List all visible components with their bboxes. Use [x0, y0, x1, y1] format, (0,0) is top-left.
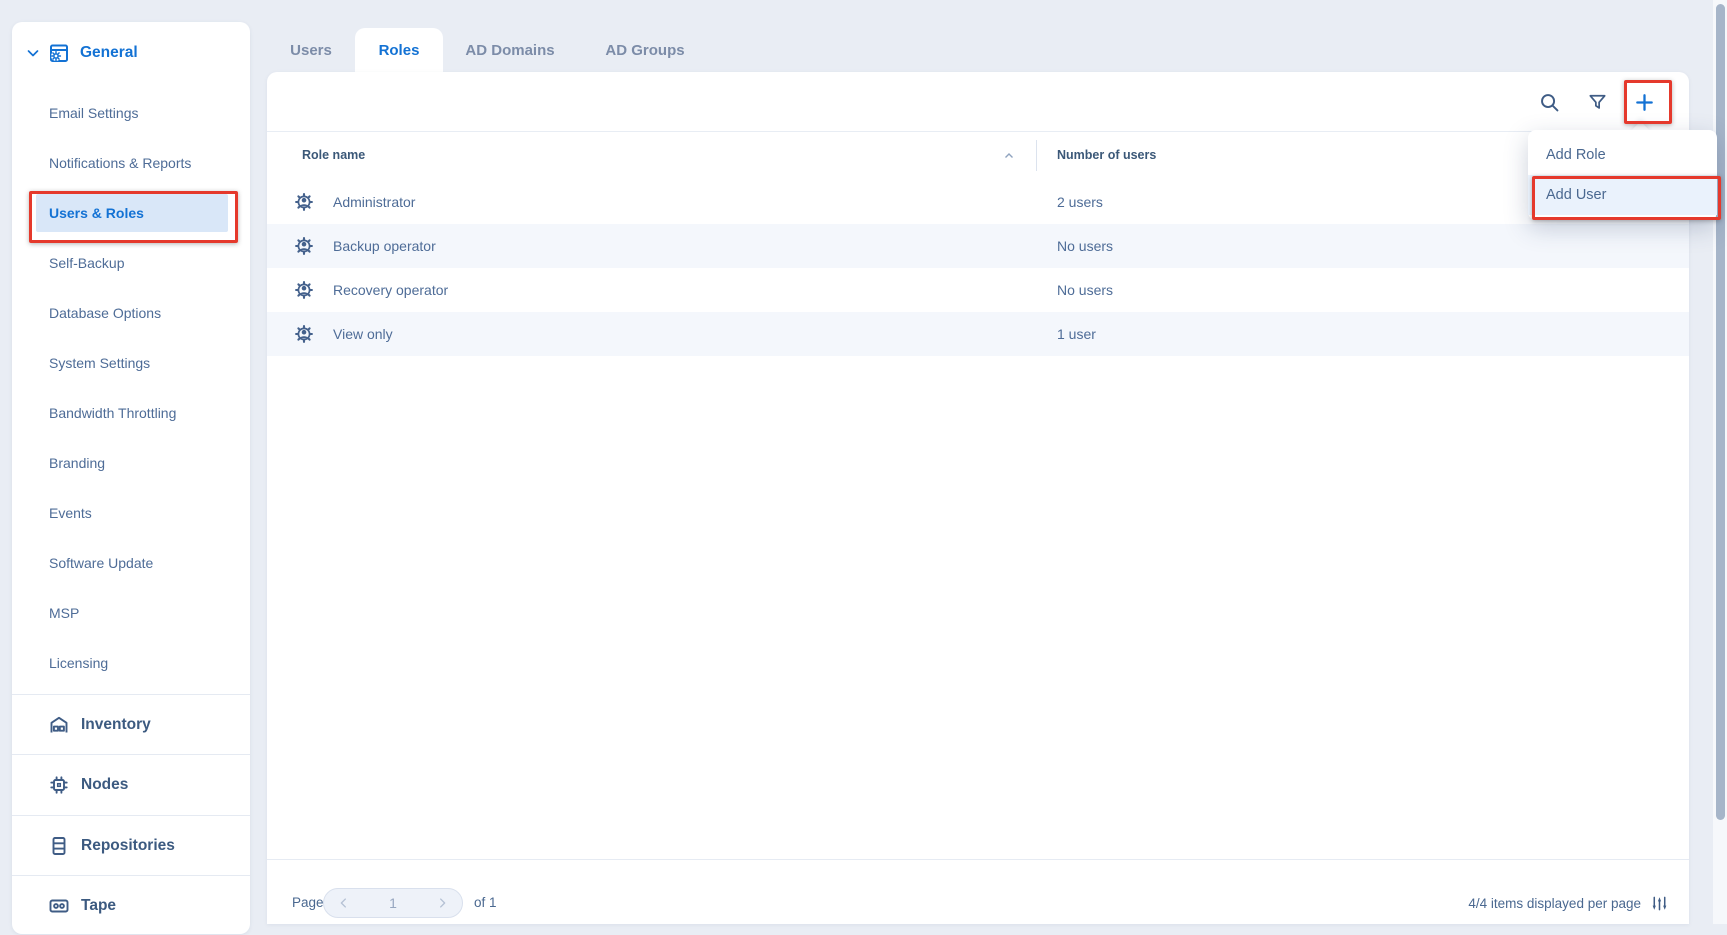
current-page-value: 1 [364, 895, 422, 911]
table-row-recovery-operator[interactable]: Recovery operator No users [267, 268, 1689, 312]
add-dropdown-menu: Add Role Add User [1528, 130, 1717, 220]
sidebar-item-licensing[interactable]: Licensing [12, 638, 250, 688]
filter-button[interactable] [1584, 89, 1610, 115]
roles-table-body: Administrator 2 users Backup operator No… [267, 180, 1689, 356]
page-label: Page [292, 888, 324, 918]
sidebar-section-label: Repositories [81, 837, 175, 855]
sidebar-section-nodes[interactable]: Nodes [12, 754, 250, 814]
sidebar-section-label: Inventory [81, 716, 151, 734]
role-gear-user-icon [292, 322, 316, 346]
next-page-button[interactable] [422, 889, 462, 917]
sidebar-item-msp[interactable]: MSP [12, 588, 250, 638]
chevron-down-icon [25, 45, 41, 61]
role-gear-user-icon [292, 190, 316, 214]
add-icon [1633, 91, 1656, 114]
sidebar-section-general[interactable]: General [12, 22, 250, 84]
sidebar-item-system-settings[interactable]: System Settings [12, 338, 250, 388]
tab-ad-domains[interactable]: AD Domains [443, 28, 577, 72]
table-row-administrator[interactable]: Administrator 2 users [267, 180, 1689, 224]
role-name: Administrator [333, 194, 415, 210]
search-button[interactable] [1536, 89, 1562, 115]
sidebar-item-notifications-reports[interactable]: Notifications & Reports [12, 138, 250, 188]
sidebar-section-repositories[interactable]: Repositories [12, 815, 250, 875]
sort-ascending-icon[interactable] [1003, 150, 1015, 162]
sidebar-section-label: Nodes [81, 776, 128, 794]
column-header-role-name[interactable]: Role name [302, 131, 365, 180]
menu-item-add-user[interactable]: Add User [1528, 175, 1717, 215]
menu-item-add-role[interactable]: Add Role [1528, 135, 1717, 175]
chevron-right-icon [435, 896, 449, 910]
sidebar-item-software-update[interactable]: Software Update [12, 538, 250, 588]
sidebar-item-email-settings[interactable]: Email Settings [12, 88, 250, 138]
role-name: View only [333, 326, 393, 342]
repositories-icon [47, 834, 71, 858]
tab-roles[interactable]: Roles [355, 28, 443, 72]
table-header: Role name Number of users [267, 131, 1689, 180]
add-button[interactable] [1631, 89, 1657, 115]
sidebar-section-inventory[interactable]: Inventory [12, 694, 250, 754]
sidebar-item-database-options[interactable]: Database Options [12, 288, 250, 338]
sidebar-general-items: Email Settings Notifications & Reports U… [12, 88, 250, 688]
tab-bar: Users Roles AD Domains AD Groups [267, 28, 713, 72]
sidebar-item-self-backup[interactable]: Self-Backup [12, 238, 250, 288]
settings-window-icon [47, 41, 71, 65]
total-pages-label: of 1 [474, 888, 497, 918]
table-row-view-only[interactable]: View only 1 user [267, 312, 1689, 356]
nodes-icon [47, 773, 71, 797]
tape-icon [47, 894, 71, 918]
sidebar-item-branding[interactable]: Branding [12, 438, 250, 488]
sidebar: General Email Settings Notifications & R… [12, 22, 250, 934]
sidebar-item-users-roles[interactable]: Users & Roles [12, 188, 250, 238]
inventory-icon [47, 713, 71, 737]
items-per-page-summary: 4/4 items displayed per page [1468, 896, 1641, 911]
previous-page-button[interactable] [324, 889, 364, 917]
sidebar-section-label: Tape [81, 897, 116, 915]
role-gear-user-icon [292, 278, 316, 302]
footer-divider [267, 859, 1689, 860]
sidebar-item-bandwidth-throttling[interactable]: Bandwidth Throttling [12, 388, 250, 438]
page-navigator: 1 [323, 888, 463, 918]
column-header-number-of-users[interactable]: Number of users [1057, 131, 1156, 180]
sidebar-section-label: General [80, 44, 138, 62]
filter-icon [1586, 91, 1609, 114]
sidebar-section-tape[interactable]: Tape [12, 875, 250, 935]
role-name: Recovery operator [333, 282, 448, 298]
roles-panel: Role name Number of users Administrator … [267, 72, 1689, 924]
tab-users[interactable]: Users [267, 28, 355, 72]
role-user-count: 1 user [1057, 326, 1096, 342]
sidebar-item-events[interactable]: Events [12, 488, 250, 538]
items-per-page-icon[interactable] [1650, 894, 1669, 913]
table-row-backup-operator[interactable]: Backup operator No users [267, 224, 1689, 268]
chevron-left-icon [337, 896, 351, 910]
column-divider [1036, 140, 1037, 171]
tab-ad-groups[interactable]: AD Groups [577, 28, 713, 72]
role-user-count: 2 users [1057, 194, 1103, 210]
vertical-scrollbar-thumb[interactable] [1716, 4, 1725, 820]
role-name: Backup operator [333, 238, 436, 254]
role-user-count: No users [1057, 282, 1113, 298]
role-user-count: No users [1057, 238, 1113, 254]
role-gear-user-icon [292, 234, 316, 258]
search-icon [1538, 91, 1561, 114]
